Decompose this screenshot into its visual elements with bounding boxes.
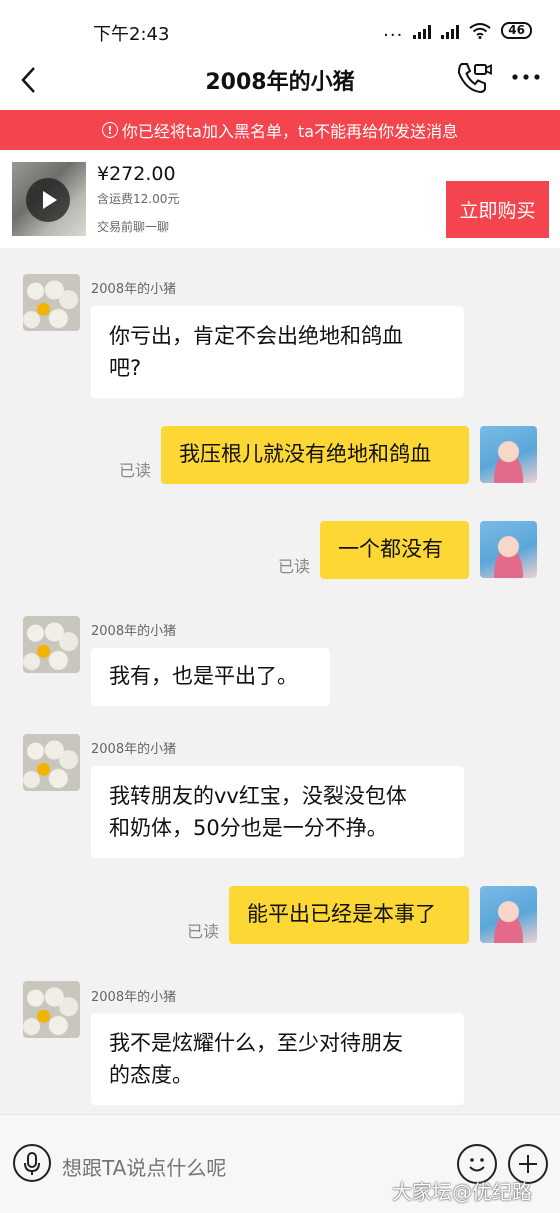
signal-icon — [441, 23, 460, 39]
avatar[interactable] — [23, 981, 80, 1038]
product-card[interactable]: ¥272.00 含运费12.00元 交易前聊一聊 立即购买 — [0, 150, 560, 248]
product-thumbnail[interactable] — [12, 162, 86, 236]
message-bubble[interactable]: 我转朋友的vv红宝，没裂没包体 和奶体，50分也是一分不挣。 — [91, 766, 464, 858]
read-receipt: 已读 — [187, 922, 220, 941]
warning-icon: ! — [101, 122, 118, 138]
shipping-fee: 含运费12.00元 — [97, 192, 180, 206]
more-dots-icon[interactable] — [508, 62, 544, 92]
message-line: 你亏出，肯定不会出绝地和鸽血 — [109, 324, 403, 348]
banner-text: 你已经将ta加入黑名单，ta不能再给你发送消息 — [121, 122, 459, 141]
avatar[interactable] — [23, 616, 80, 673]
sender-name: 2008年的小猪 — [91, 742, 177, 757]
avatar[interactable] — [23, 734, 80, 791]
battery-icon: 46 — [501, 22, 532, 39]
status-icons: ... 46 — [383, 19, 532, 41]
message-bubble[interactable]: 我压根儿就没有绝地和鸽血 — [161, 426, 469, 484]
product-price: ¥272.00 — [97, 163, 176, 185]
blacklist-banner: ! 你已经将ta加入黑名单，ta不能再给你发送消息 — [0, 110, 560, 150]
chat-note: 交易前聊一聊 — [97, 220, 170, 234]
message-bubble[interactable]: 我有，也是平出了。 — [91, 648, 330, 706]
status-time: 下午2:43 — [93, 24, 170, 45]
read-receipt: 已读 — [278, 557, 311, 576]
message-line: 我不是炫耀什么，至少对待朋友 — [109, 1031, 403, 1055]
message-line: 的态度。 — [109, 1063, 193, 1087]
sender-name: 2008年的小猪 — [91, 624, 177, 639]
watermark: 大家坛@优纪路 — [392, 1180, 532, 1204]
message-bubble[interactable]: 我不是炫耀什么，至少对待朋友 的态度。 — [91, 1013, 464, 1105]
avatar[interactable] — [480, 886, 537, 943]
message-line: 我转朋友的vv红宝，没裂没包体 — [109, 784, 407, 808]
wifi-icon — [469, 22, 491, 39]
microphone-icon — [24, 1152, 40, 1175]
phone-video-icon[interactable] — [454, 58, 494, 98]
avatar[interactable] — [23, 274, 80, 331]
message-bubble[interactable]: 一个都没有 — [320, 521, 469, 579]
play-icon[interactable] — [26, 178, 70, 222]
message-input[interactable] — [62, 1153, 422, 1183]
message-line: 和奶体，50分也是一分不挣。 — [109, 816, 388, 840]
message-line: 我有，也是平出了。 — [109, 664, 298, 688]
message-line: 吧? — [109, 356, 142, 380]
chat-header: 2008年的小猪 — [0, 50, 560, 110]
message-bubble[interactable]: 你亏出，肯定不会出绝地和鸽血 吧? — [91, 306, 464, 398]
status-dots: ... — [383, 19, 404, 41]
read-receipt: 已读 — [119, 461, 152, 480]
message-bubble[interactable]: 能平出已经是本事了 — [229, 886, 469, 944]
sender-name: 2008年的小猪 — [91, 990, 177, 1005]
message-list[interactable]: 2008年的小猪 你亏出，肯定不会出绝地和鸽血 吧? 已读 我压根儿就没有绝地和… — [0, 248, 560, 1114]
signal-icon — [413, 23, 432, 39]
avatar[interactable] — [480, 426, 537, 483]
avatar[interactable] — [480, 521, 537, 578]
sender-name: 2008年的小猪 — [91, 282, 177, 297]
voice-button[interactable] — [13, 1144, 51, 1182]
buy-now-button[interactable]: 立即购买 — [446, 181, 549, 238]
